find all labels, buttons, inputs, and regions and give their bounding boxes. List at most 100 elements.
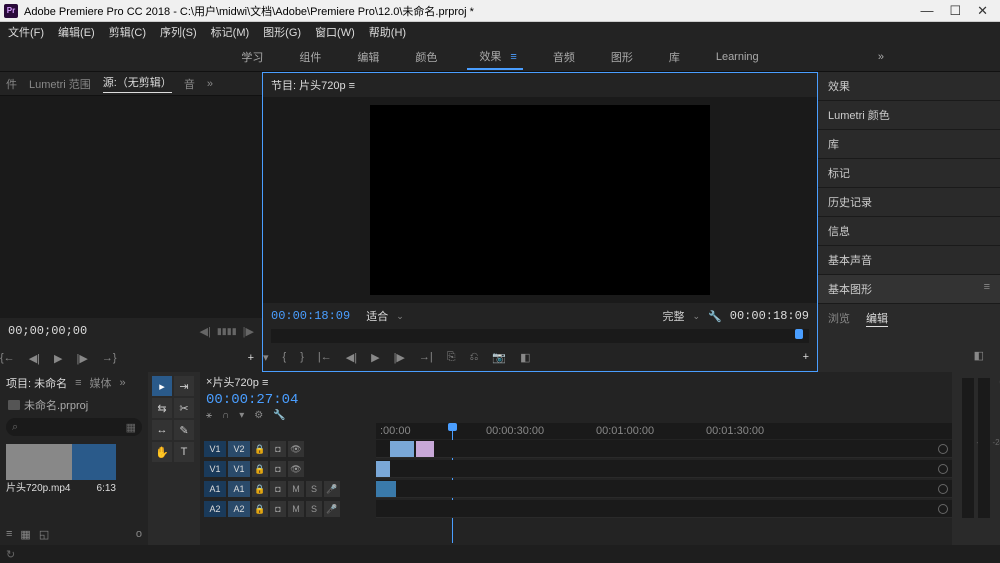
pen-tool[interactable]: ✎	[174, 420, 194, 440]
menu-edit[interactable]: 编辑(E)	[54, 22, 99, 42]
track-v2-target[interactable]: V2	[228, 441, 250, 457]
tab-media[interactable]: 媒体	[90, 375, 112, 391]
sync-icon[interactable]: ◘	[270, 501, 286, 517]
maximize-button[interactable]: ☐	[949, 3, 961, 19]
menu-marker[interactable]: 标记(M)	[207, 22, 254, 42]
zoom-dropdown-icon[interactable]: ⌄	[396, 311, 404, 322]
solo-toggle[interactable]: S	[306, 501, 322, 517]
wrench-icon[interactable]: 🔧	[273, 410, 285, 421]
source-viewer[interactable]	[0, 96, 262, 318]
panel-essential-sound[interactable]: 基本声音	[818, 246, 1000, 275]
tab-overflow[interactable]: »	[120, 377, 126, 389]
panel-markers[interactable]: 标记	[818, 159, 1000, 188]
record-icon[interactable]: 🎤	[324, 501, 340, 517]
workspace-audio[interactable]: 音频	[547, 45, 581, 69]
menu-graphics[interactable]: 图形(G)	[259, 22, 305, 42]
tab-overflow[interactable]: »	[207, 78, 213, 90]
quality-select[interactable]: 完整	[663, 308, 685, 324]
wrench-icon[interactable]: 🔧	[708, 310, 722, 323]
workspace-graphics[interactable]: 图形	[605, 45, 639, 69]
panel-history[interactable]: 历史记录	[818, 188, 1000, 217]
step-fwd-icon[interactable]: |▶	[76, 352, 87, 365]
lock-icon[interactable]: 🔒	[252, 501, 268, 517]
lock-icon[interactable]: 🔒	[252, 481, 268, 497]
snap-icon[interactable]: ⚹	[206, 410, 212, 421]
add-button[interactable]: +	[248, 352, 254, 364]
track-select-tool[interactable]: ⇥	[174, 376, 194, 396]
razor-tool[interactable]: ✂	[174, 398, 194, 418]
playhead-icon[interactable]	[795, 329, 803, 339]
tab-source[interactable]: 源:（无剪辑）	[103, 74, 172, 93]
panel-lumetri-color[interactable]: Lumetri 颜色	[818, 101, 1000, 130]
track-v1-lane[interactable]	[376, 460, 952, 478]
menu-sequence[interactable]: 序列(S)	[156, 22, 201, 42]
step-fwd-icon[interactable]: |▶	[243, 325, 254, 338]
track-options-icon[interactable]	[938, 444, 948, 454]
step-back-icon[interactable]: ◀|	[346, 351, 357, 364]
lock-icon[interactable]: 🔒	[252, 461, 268, 477]
tab-lumetri-scopes[interactable]: Lumetri 范围	[29, 76, 91, 92]
eye-icon[interactable]: 👁	[288, 441, 304, 457]
track-a2-target[interactable]: A2	[228, 501, 250, 517]
mute-toggle[interactable]: M	[288, 501, 304, 517]
workspace-learn[interactable]: 学习	[235, 45, 269, 69]
mark-in-icon[interactable]: {←	[0, 352, 15, 364]
step-back-icon[interactable]: ◀|	[200, 325, 211, 338]
quality-dropdown-icon[interactable]: ⌄	[693, 311, 701, 322]
add-button[interactable]: +	[803, 351, 809, 363]
go-out-icon[interactable]: →|	[419, 351, 433, 363]
go-in-icon[interactable]: |←	[318, 351, 332, 363]
sequence-name[interactable]: 片头720p ≡	[212, 374, 268, 390]
step-back-icon[interactable]: ◀|	[29, 352, 40, 365]
source-timecode[interactable]: 00;00;00;00	[8, 324, 87, 338]
freeform-icon[interactable]: ◱	[39, 528, 49, 541]
timeline-timecode[interactable]: 00:00:27:04	[206, 392, 298, 408]
step-fwd-icon[interactable]: |▶	[394, 351, 405, 364]
tab-audio-clip[interactable]: 音	[184, 76, 195, 92]
mute-toggle[interactable]: M	[288, 481, 304, 497]
video-clip[interactable]	[376, 461, 390, 477]
export-frame-icon[interactable]: 📷	[492, 351, 506, 364]
mark-out-icon[interactable]: →}	[102, 352, 117, 364]
selection-tool[interactable]: ▸	[152, 376, 172, 396]
workspace-effects[interactable]: 效果 ≡	[467, 44, 522, 70]
comparison-icon[interactable]: ◧	[520, 351, 530, 364]
out-icon[interactable]: }	[300, 351, 304, 363]
record-icon[interactable]: 🎤	[324, 481, 340, 497]
track-options-icon[interactable]	[938, 504, 948, 514]
track-v2-lane[interactable]	[376, 440, 952, 458]
audio-clip[interactable]	[376, 481, 396, 497]
workspace-assembly[interactable]: 组件	[293, 45, 327, 69]
icon-view-icon[interactable]: ▦	[20, 528, 30, 541]
track-options-icon[interactable]	[938, 484, 948, 494]
panel-info[interactable]: 信息	[818, 217, 1000, 246]
workspace-color[interactable]: 颜色	[409, 45, 443, 69]
eg-tab-edit[interactable]: 编辑	[866, 310, 888, 327]
sync-icon[interactable]: ◘	[270, 441, 286, 457]
workspace-editing[interactable]: 编辑	[351, 45, 385, 69]
time-ruler[interactable]: :00:00 00:00:30:00 00:01:00:00 00:01:30:…	[376, 423, 952, 439]
slip-tool[interactable]: ↔	[152, 420, 172, 440]
play-icon[interactable]: ▶	[54, 352, 62, 365]
eye-icon[interactable]: 👁	[288, 461, 304, 477]
sync-icon[interactable]: ◘	[270, 481, 286, 497]
in-icon[interactable]: {	[283, 351, 287, 363]
extract-icon[interactable]: ⎌	[470, 351, 479, 364]
type-tool[interactable]: T	[174, 442, 194, 462]
ripple-tool[interactable]: ⇆	[152, 398, 172, 418]
zoom-fit[interactable]: 适合	[366, 308, 388, 324]
menu-help[interactable]: 帮助(H)	[365, 22, 410, 42]
marker-icon[interactable]: ▾	[263, 351, 269, 364]
track-a1-target[interactable]: A1	[228, 481, 250, 497]
marker-add-icon[interactable]: ▾	[239, 410, 244, 421]
minimize-button[interactable]: —	[920, 3, 933, 19]
sync-icon[interactable]: ↻	[6, 548, 15, 561]
tab-effects-controls[interactable]: 件	[6, 76, 17, 92]
lift-icon[interactable]: ⎘	[447, 351, 456, 364]
track-v1-source[interactable]: V1	[204, 461, 226, 477]
close-button[interactable]: ✕	[977, 3, 988, 19]
track-v1-source[interactable]: V1	[204, 441, 226, 457]
video-clip[interactable]	[416, 441, 434, 457]
linked-icon[interactable]: ∩	[222, 410, 229, 421]
video-clip[interactable]	[390, 441, 414, 457]
